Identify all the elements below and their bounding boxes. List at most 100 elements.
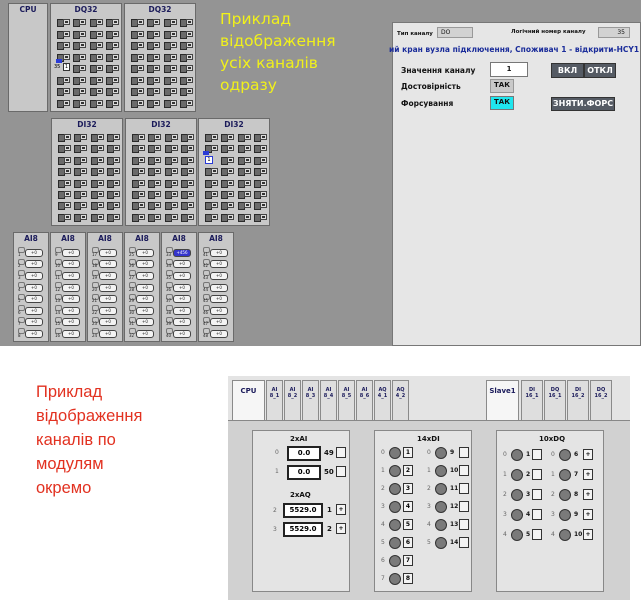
channel-value[interactable]: +0 [99,295,117,304]
channel-cell[interactable] [251,189,267,199]
channel-force-box[interactable] [211,213,218,220]
channel-value[interactable]: +0 [136,330,154,338]
channel-value[interactable]: +0 [173,306,191,315]
channel-value[interactable]: +0 [136,318,154,327]
channel-cell[interactable] [144,75,161,86]
channel-cell[interactable] [251,178,267,188]
channel-force-box[interactable] [227,202,235,209]
di-channel-box[interactable]: 1 [403,447,413,458]
channel-value[interactable]: +0 [62,295,80,304]
di32-module-1[interactable]: DI32 [51,118,123,226]
channel-force-box[interactable] [243,134,251,140]
channel-value[interactable]: +0 [25,330,43,338]
channel-cell[interactable] [235,189,251,199]
channel-force-box[interactable] [170,213,178,220]
channel-value[interactable]: +0 [25,318,43,327]
aq-plus-button[interactable]: + [336,504,346,515]
channel-cell[interactable] [71,166,88,177]
channel-cell[interactable] [177,52,193,63]
channel-cell[interactable] [251,132,267,142]
channel-value[interactable]: +456 [173,248,191,257]
analog-channel[interactable]: 16 +0 [54,328,82,338]
channel-force-box[interactable] [64,156,71,163]
analog-channel[interactable]: 1 +0 [17,247,45,257]
channel-force-box[interactable] [243,156,251,163]
channel-force-box[interactable] [137,88,144,94]
channel-cell[interactable] [235,155,251,165]
channel-cell[interactable] [251,143,267,154]
channel-cell[interactable] [177,98,193,109]
channel-force-box[interactable] [137,99,144,106]
analog-channel[interactable]: 26 +0 [128,258,156,269]
channel-force-box[interactable] [259,156,267,163]
channel-force-box[interactable] [243,190,251,197]
channel-cell[interactable] [104,200,120,211]
channel-cell[interactable] [202,166,218,177]
channel-cell[interactable] [161,40,177,51]
channel-force-box[interactable] [170,190,178,197]
channel-force-box[interactable] [186,168,194,175]
ai-status-box[interactable] [336,447,346,458]
channel-force-box[interactable] [153,30,161,37]
channel-force-box[interactable] [80,134,88,140]
channel-force-box[interactable] [63,30,70,37]
channel-force-box[interactable] [138,145,145,152]
channel-force-box[interactable] [259,202,267,209]
channel-cell[interactable] [161,63,177,74]
dq-plus-button[interactable]: + [583,529,593,540]
channel-value[interactable]: +0 [99,306,117,315]
channel-value[interactable]: +0 [210,306,228,315]
channel-value[interactable]: +0 [210,295,228,304]
channel-force-box[interactable] [64,134,71,140]
tab-ai8-2[interactable]: AI 8_2 [284,380,301,420]
tab-ai8-3[interactable]: AI 8_3 [302,380,319,420]
channel-force-box[interactable] [170,168,178,175]
ai8-module-3[interactable]: AI8 17 +0 18 +0 19 +0 20 +0 21 +0 22 +0 23 +0 24 +0 [87,232,123,342]
channel-force-box[interactable] [243,168,251,175]
channel-force-box[interactable] [185,42,193,48]
channel-force-box[interactable] [170,156,178,163]
channel-cell[interactable] [235,200,251,211]
analog-channel[interactable]: 48 +0 [202,328,230,338]
channel-force-box[interactable] [153,99,161,106]
channel-cell[interactable] [71,155,88,165]
channel-cell[interactable]: 1 [202,150,217,165]
dq-plus-button[interactable]: + [583,469,593,480]
channel-value[interactable]: +0 [210,283,228,292]
channel-cell[interactable] [128,86,144,97]
channel-force-box[interactable] [112,168,120,175]
channel-cell[interactable] [71,178,88,188]
channel-force-box[interactable] [63,88,70,94]
channel-value[interactable]: +0 [62,260,80,269]
channel-cell[interactable] [70,63,87,74]
analog-channel[interactable]: 43 +0 [202,270,230,280]
channel-cell[interactable] [145,189,162,199]
channel-cell[interactable] [70,98,87,109]
channel-cell[interactable] [88,155,104,165]
channel-cell[interactable] [218,200,235,211]
analog-channel[interactable]: 3 +0 [17,270,45,280]
channel-force-box[interactable] [111,99,119,106]
analog-channel[interactable]: 15 +0 [54,316,82,327]
channel-cell[interactable] [70,52,87,63]
channel-value[interactable]: +0 [25,260,43,269]
channel-force-box[interactable] [79,42,87,48]
channel-cell[interactable] [87,29,103,40]
channel-value[interactable]: +0 [99,260,117,269]
di-channel-box[interactable] [459,465,469,476]
channel-force-box[interactable] [169,42,177,48]
di-channel-box[interactable] [459,501,469,512]
channel-force-box[interactable] [79,30,87,37]
channel-force-box[interactable] [185,65,193,71]
channel-cell[interactable] [144,40,161,51]
analog-channel[interactable]: 9 +0 [54,247,82,257]
channel-force-box[interactable] [185,88,193,94]
channel-force-box[interactable] [63,42,70,48]
channel-cell[interactable] [145,178,162,188]
channel-force-box[interactable] [79,53,87,60]
dq-plus-button[interactable]: + [583,449,593,460]
channel-cell[interactable] [202,212,218,222]
ai-status-box[interactable] [336,466,346,477]
channel-force-box[interactable] [186,213,194,220]
channel-value[interactable]: +0 [99,271,117,280]
